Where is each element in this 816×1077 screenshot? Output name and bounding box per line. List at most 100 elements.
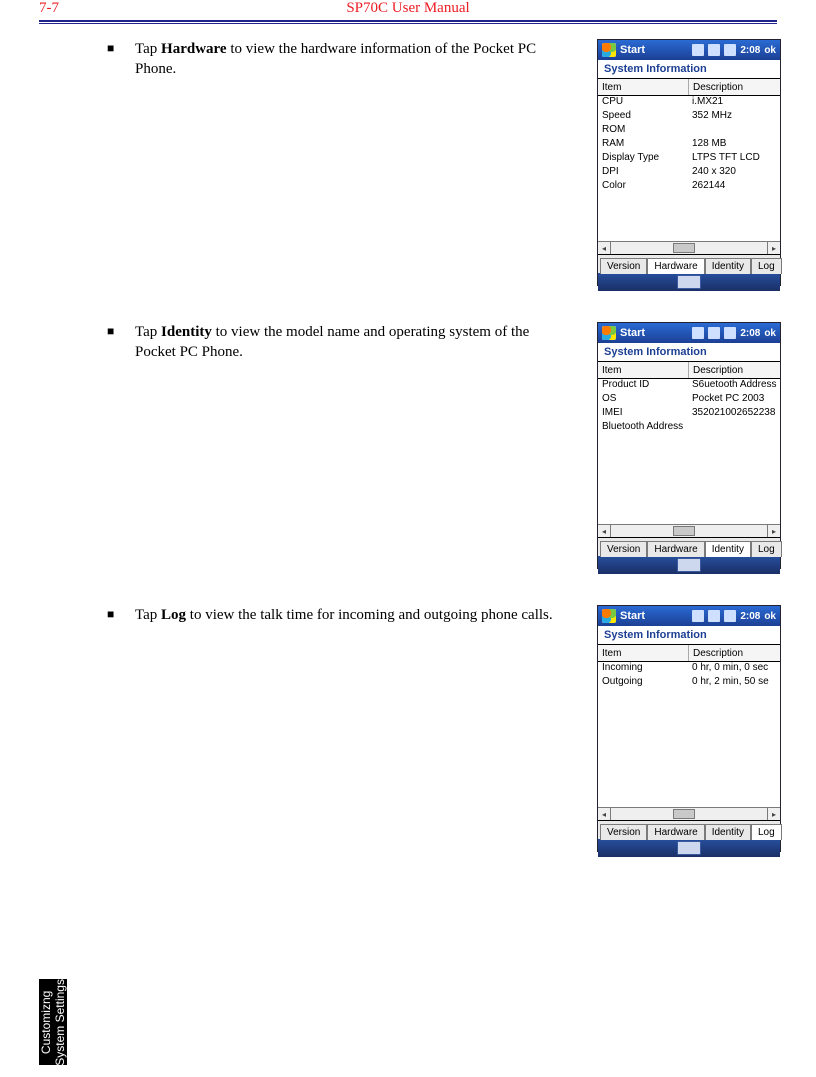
page-header: 7-7 SP70C User Manual xyxy=(0,0,816,18)
keyboard-icon[interactable] xyxy=(677,275,701,289)
status-icon[interactable] xyxy=(692,610,704,622)
tab-version[interactable]: Version xyxy=(600,258,647,274)
text-bold: Hardware xyxy=(161,41,227,57)
column-headers: ItemDescription xyxy=(598,362,780,379)
tab-version[interactable]: Version xyxy=(600,541,647,557)
cell-item: Color xyxy=(598,180,688,194)
instruction-text: Tap Log to view the talk time for incomi… xyxy=(135,605,565,625)
tab-identity[interactable]: Identity xyxy=(705,258,751,274)
tab-identity[interactable]: Identity xyxy=(705,541,751,557)
cell-item: DPI xyxy=(598,166,688,180)
column-description[interactable]: Description xyxy=(689,362,780,378)
tab-log[interactable]: Log xyxy=(751,258,782,274)
text-bold: Log xyxy=(161,607,186,623)
horizontal-scrollbar[interactable]: ◂▸ xyxy=(598,524,780,537)
pocketpc-screenshot: Start 2:08ok System InformationItemDescrip… xyxy=(597,322,781,569)
windows-flag-icon[interactable] xyxy=(602,43,616,57)
table-row: Incoming0 hr, 0 min, 0 sec xyxy=(598,662,780,676)
text-pre: Tap xyxy=(135,324,161,340)
tab-hardware[interactable]: Hardware xyxy=(647,258,704,274)
start-label[interactable]: Start xyxy=(620,44,645,56)
cell-item: Product ID xyxy=(598,379,688,393)
title-bar: Start2:08ok xyxy=(598,606,780,626)
title-bar: Start2:08ok xyxy=(598,40,780,60)
table-row: Color262144 xyxy=(598,180,780,194)
sip-bar xyxy=(598,556,780,574)
table-row: DPI240 x 320 xyxy=(598,166,780,180)
tab-hardware[interactable]: Hardware xyxy=(647,541,704,557)
windows-flag-icon[interactable] xyxy=(602,326,616,340)
title-bar: Start 2:08ok xyxy=(598,323,780,343)
scrollbar-thumb[interactable] xyxy=(673,526,695,536)
status-icon[interactable] xyxy=(708,44,720,56)
chapter-tab-line1: Customizng xyxy=(39,990,53,1053)
column-description[interactable]: Description xyxy=(689,645,780,661)
cell-item: Speed xyxy=(598,110,688,124)
status-icon[interactable] xyxy=(692,44,704,56)
tab-log[interactable]: Log xyxy=(751,541,782,557)
ok-button[interactable]: ok xyxy=(764,611,776,622)
column-item[interactable]: Item xyxy=(598,645,689,661)
ok-button[interactable]: ok xyxy=(764,45,776,56)
tab-version[interactable]: Version xyxy=(600,824,647,840)
status-icon[interactable] xyxy=(724,610,736,622)
table-row: Bluetooth Address xyxy=(598,421,780,435)
status-icon[interactable] xyxy=(708,327,720,339)
table-row: Display TypeLTPS TFT LCD xyxy=(598,152,780,166)
cell-item: Outgoing xyxy=(598,676,688,690)
instruction-block: ■Tap Log to view the talk time for incom… xyxy=(107,605,677,625)
cell-item: RAM xyxy=(598,138,688,152)
table-row: CPUi.MX21 xyxy=(598,96,780,110)
tab-identity[interactable]: Identity xyxy=(705,824,751,840)
header-rule xyxy=(39,20,777,23)
status-icon[interactable] xyxy=(724,44,736,56)
scroll-left-icon[interactable]: ◂ xyxy=(598,242,611,254)
windows-flag-icon[interactable] xyxy=(602,609,616,623)
column-item[interactable]: Item xyxy=(598,79,689,95)
column-item[interactable]: Item xyxy=(598,362,689,378)
cell-item: IMEI xyxy=(598,407,688,421)
window-title: System Information xyxy=(598,343,780,362)
scroll-right-icon[interactable]: ▸ xyxy=(767,525,780,537)
data-rows: Product IDS6uetooth AddressOSPocket PC 2… xyxy=(598,379,780,524)
status-icon[interactable] xyxy=(708,610,720,622)
scroll-right-icon[interactable]: ▸ xyxy=(767,808,780,820)
bullet-icon: ■ xyxy=(107,324,114,339)
manual-title: SP70C User Manual xyxy=(0,0,816,17)
tab-hardware[interactable]: Hardware xyxy=(647,824,704,840)
keyboard-icon[interactable] xyxy=(677,841,701,855)
text-pre: Tap xyxy=(135,41,161,57)
tab-log[interactable]: Log xyxy=(751,824,782,840)
horizontal-scrollbar[interactable]: ◂▸ xyxy=(598,807,780,820)
table-row: RAM128 MB xyxy=(598,138,780,152)
start-label[interactable]: Start xyxy=(620,327,645,339)
scrollbar-track[interactable] xyxy=(611,525,767,537)
scrollbar-thumb[interactable] xyxy=(673,243,695,253)
scrollbar-track[interactable] xyxy=(611,808,767,820)
chapter-tab-line2: System Settings xyxy=(53,979,67,1066)
status-icons: 2:08ok xyxy=(692,327,776,339)
tab-bar: VersionHardwareIdentityLog xyxy=(598,254,780,273)
status-icon[interactable] xyxy=(724,327,736,339)
cell-description: 240 x 320 xyxy=(688,166,780,180)
bullet-icon: ■ xyxy=(107,41,114,56)
text-bold: Identity xyxy=(161,324,212,340)
scroll-left-icon[interactable]: ◂ xyxy=(598,525,611,537)
window-title: System Information xyxy=(598,626,780,645)
data-rows: CPUi.MX21Speed352 MHzROMRAM128 MBDisplay… xyxy=(598,96,780,241)
horizontal-scrollbar[interactable]: ◂▸ xyxy=(598,241,780,254)
column-description[interactable]: Description xyxy=(689,79,780,95)
scroll-right-icon[interactable]: ▸ xyxy=(767,242,780,254)
scroll-left-icon[interactable]: ◂ xyxy=(598,808,611,820)
scrollbar-track[interactable] xyxy=(611,242,767,254)
ok-button[interactable]: ok xyxy=(764,328,776,339)
table-row: ROM xyxy=(598,124,780,138)
table-row: OSPocket PC 2003 xyxy=(598,393,780,407)
cell-description xyxy=(688,421,780,435)
start-label[interactable]: Start xyxy=(620,610,645,622)
status-icon[interactable] xyxy=(692,327,704,339)
keyboard-icon[interactable] xyxy=(677,558,701,572)
cell-item: Bluetooth Address xyxy=(598,421,688,435)
text-post: to view the talk time for incoming and o… xyxy=(186,607,553,623)
scrollbar-thumb[interactable] xyxy=(673,809,695,819)
